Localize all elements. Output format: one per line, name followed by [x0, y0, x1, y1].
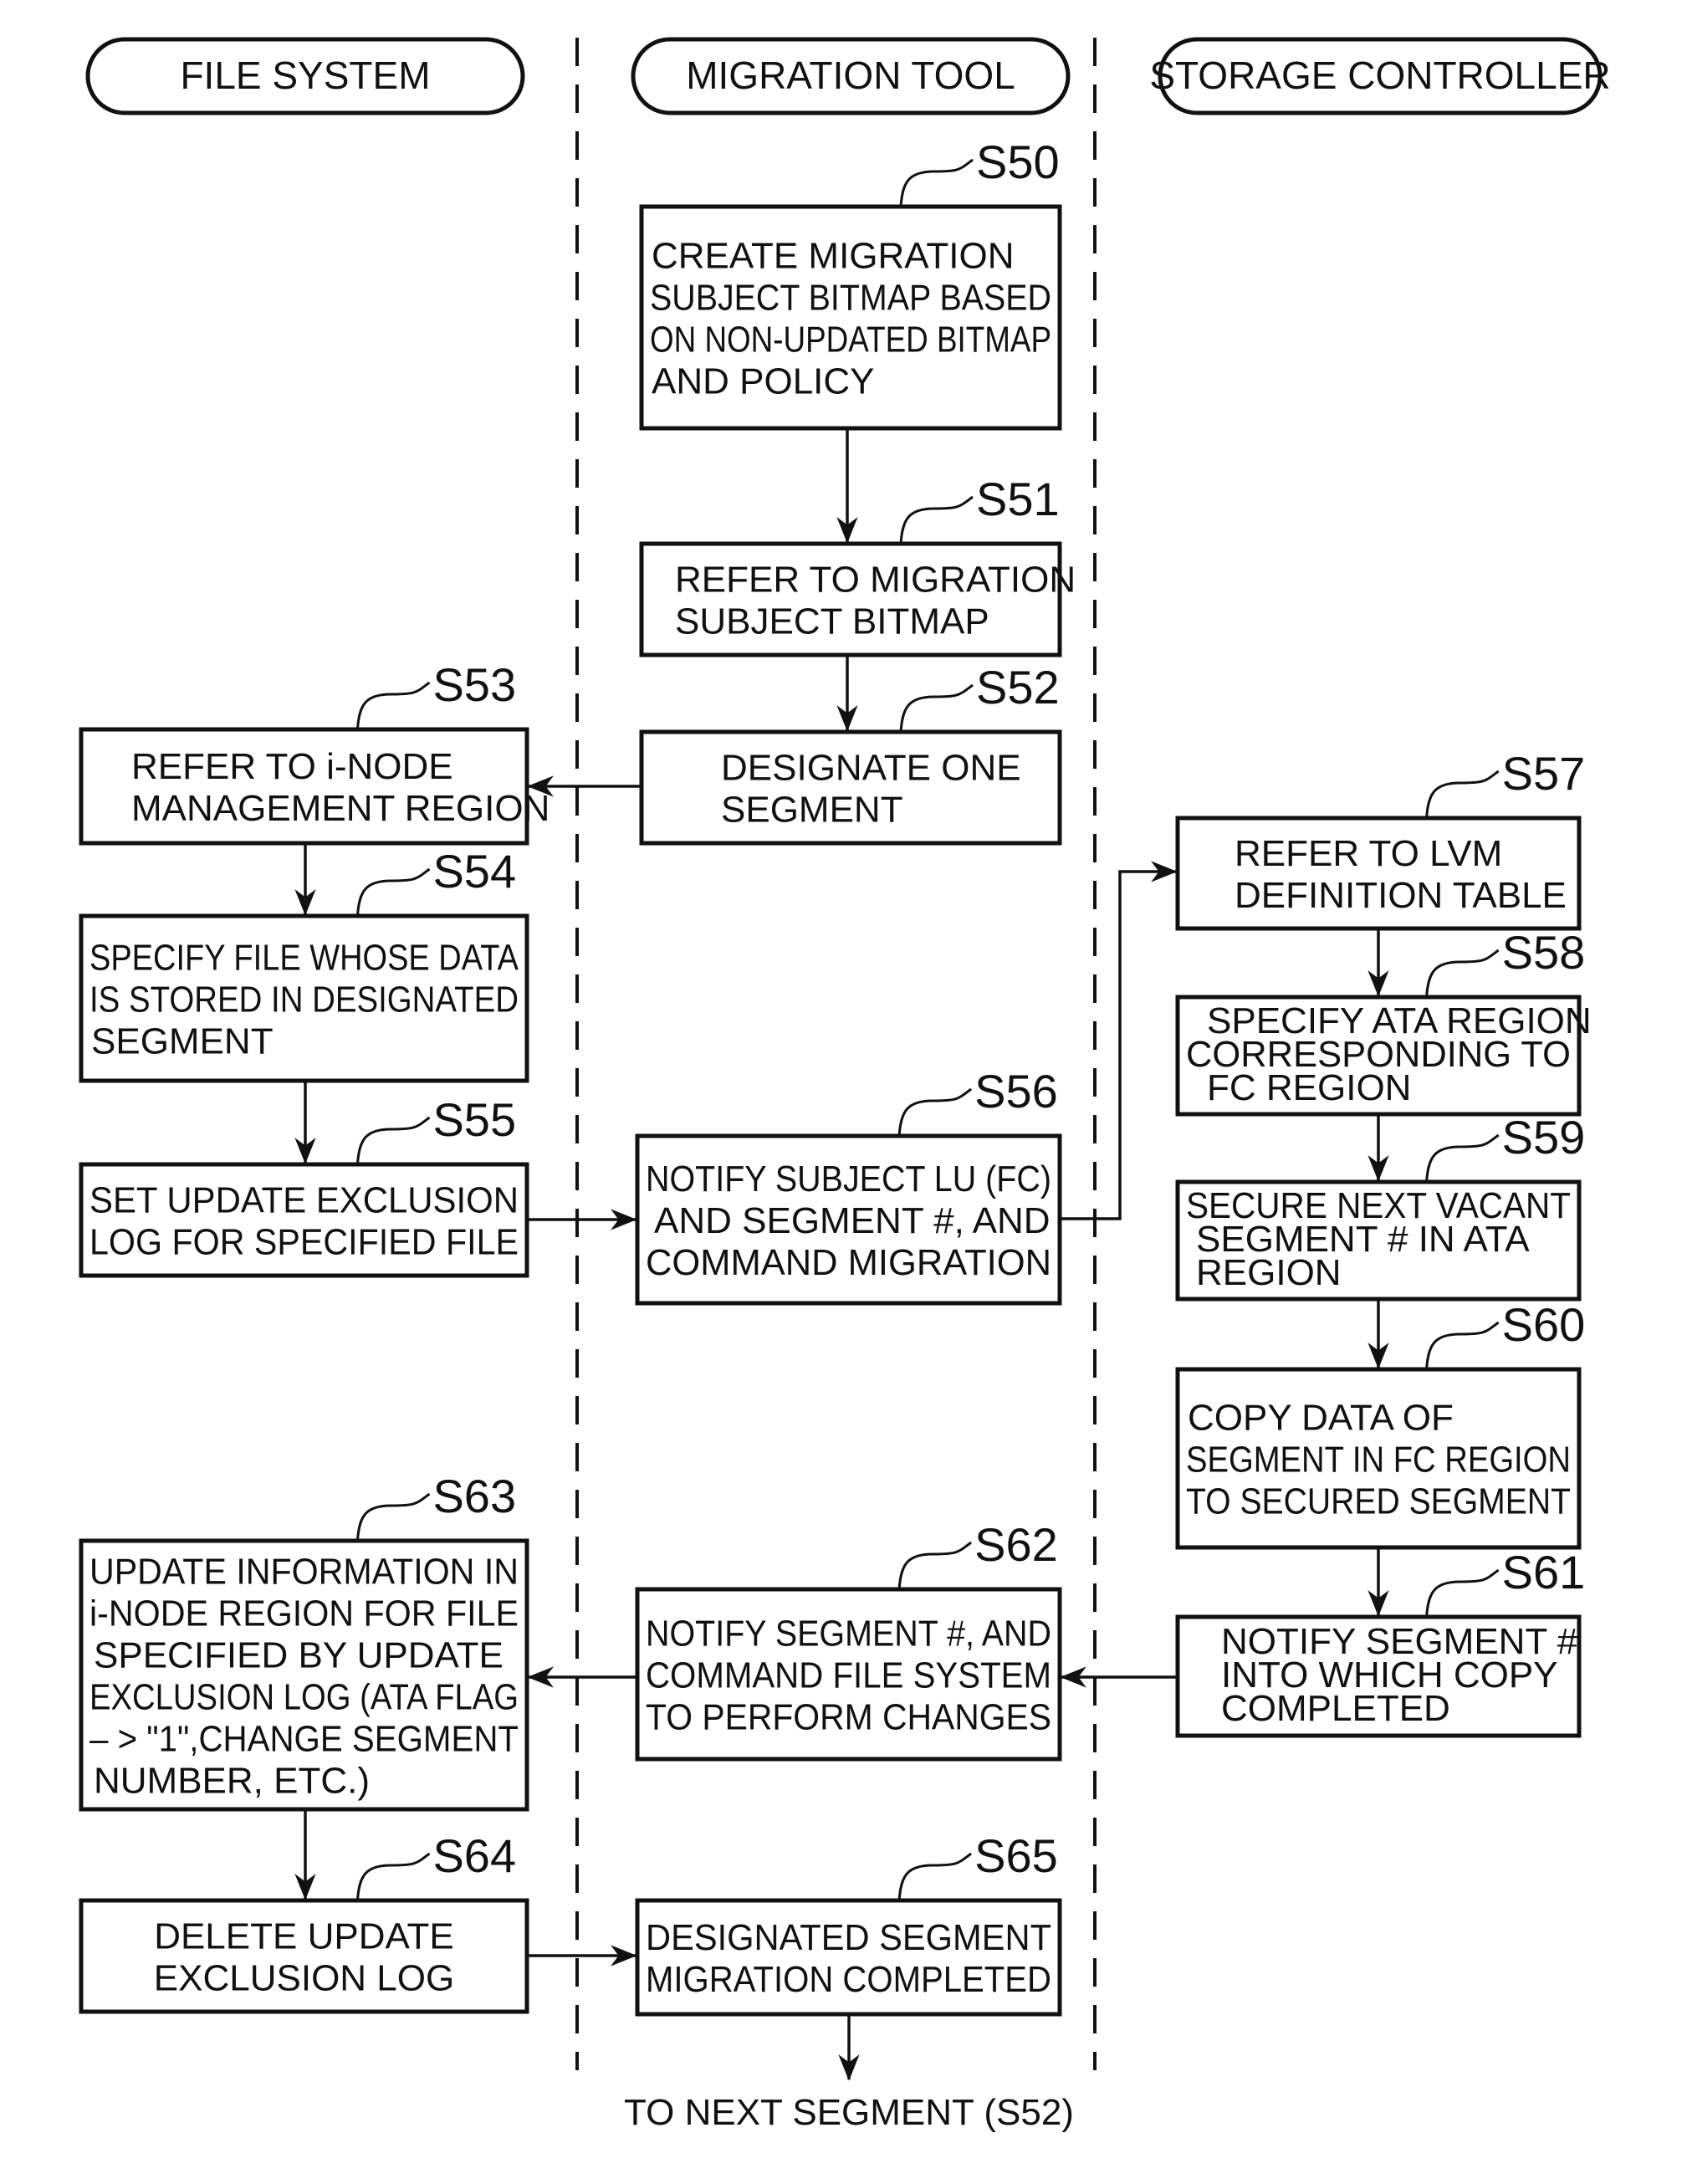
- step-leader-line: [897, 1087, 973, 1137]
- step-s58: SPECIFY ATA REGIONCORRESPONDING TOFC REG…: [1175, 926, 1592, 1117]
- step-leader-line: [355, 1852, 431, 1901]
- step-id-label: S59: [1502, 1111, 1586, 1164]
- step-leader-line: [355, 1116, 431, 1165]
- step-text-line: SUBJECT BITMAP BASED: [650, 278, 1051, 319]
- steps-layer: CREATE MIGRATIONSUBJECT BITMAP BASEDON N…: [79, 136, 1592, 2017]
- step-s63: UPDATE INFORMATION INi-NODE REGION FOR F…: [79, 1470, 529, 1812]
- step-text-line: CREATE MIGRATION: [652, 236, 1015, 277]
- step-text-line: TO PERFORM CHANGES: [646, 1697, 1051, 1738]
- step-text-line: REFER TO i-NODE: [131, 746, 453, 787]
- step-text-line: ON NON-UPDATED BITMAP: [650, 320, 1051, 361]
- step-text-line: i-NODE REGION FOR FILE: [89, 1593, 519, 1634]
- step-text-line: SEGMENT IN FC REGION: [1186, 1440, 1571, 1481]
- step-text-line: NOTIFY SEGMENT #, AND: [646, 1614, 1051, 1655]
- lane-label: STORAGE CONTROLLER: [1149, 54, 1610, 97]
- step-text-line: DESIGNATE ONE: [721, 748, 1021, 789]
- step-id-label: S63: [432, 1470, 516, 1522]
- step-id-label: S64: [432, 1829, 516, 1882]
- step-leader-line: [1425, 1321, 1500, 1370]
- step-text-line: NOTIFY SUBJECT LU (FC): [646, 1158, 1051, 1199]
- step-text-line: COMPLETED: [1221, 1688, 1450, 1729]
- step-leader-line: [1425, 1568, 1500, 1618]
- step-text-line: SET UPDATE EXCLUSION: [89, 1180, 519, 1221]
- lane-label: FILE SYSTEM: [180, 54, 430, 97]
- step-id-label: S51: [976, 473, 1060, 525]
- step-id-label: S53: [432, 658, 516, 711]
- edge-s56-s57: [1060, 861, 1178, 1220]
- step-s60: COPY DATA OFSEGMENT IN FC REGIONTO SECUR…: [1175, 1298, 1586, 1550]
- step-id-label: S62: [974, 1518, 1058, 1571]
- step-s59: SECURE NEXT VACANTSEGMENT # IN ATAREGION…: [1175, 1111, 1586, 1302]
- step-leader-line: [1425, 1133, 1500, 1183]
- step-id-label: S50: [976, 136, 1060, 188]
- step-text-line: – > "1",CHANGE SEGMENT: [89, 1719, 519, 1760]
- step-text-line: MANAGEMENT REGION: [131, 788, 550, 829]
- step-text-line: REFER TO MIGRATION: [675, 560, 1076, 601]
- step-s61: NOTIFY SEGMENT #INTO WHICH COPYCOMPLETED…: [1175, 1546, 1586, 1738]
- step-s53: REFER TO i-NODEMANAGEMENT REGION S53: [79, 658, 550, 846]
- step-text-line: COPY DATA OF: [1188, 1398, 1454, 1439]
- step-id-label: S52: [976, 661, 1060, 714]
- step-id-label: S56: [974, 1065, 1058, 1118]
- step-text-line: DEFINITION TABLE: [1235, 875, 1567, 916]
- step-text-line: SPECIFIED BY UPDATE: [94, 1635, 504, 1676]
- step-text-line: AND POLICY: [652, 361, 875, 402]
- step-leader-line: [355, 867, 431, 917]
- lane-header-storage-controller: STORAGE CONTROLLER: [1149, 37, 1611, 115]
- step-leader-line: [355, 1492, 431, 1542]
- step-text-line: SEGMENT: [721, 790, 903, 831]
- step-s65: DESIGNATED SEGMENTMIGRATION COMPLETED S65: [635, 1829, 1062, 2017]
- step-id-label: S60: [1502, 1298, 1586, 1351]
- step-text-line: DESIGNATED SEGMENT: [646, 1917, 1051, 1958]
- step-text-line: FC REGION: [1207, 1067, 1411, 1108]
- step-text-line: COMMAND FILE SYSTEM: [646, 1655, 1051, 1696]
- step-text-line: EXCLUSION LOG (ATA FLAG: [89, 1677, 519, 1718]
- lane-label: MIGRATION TOOL: [686, 54, 1015, 97]
- step-s52: DESIGNATE ONESEGMENT S52: [639, 661, 1062, 846]
- step-id-label: S55: [432, 1093, 516, 1146]
- step-leader-line: [1425, 770, 1500, 819]
- step-text-line: TO SECURED SEGMENT: [1186, 1481, 1571, 1522]
- step-leader-line: [897, 1852, 973, 1901]
- step-s50: CREATE MIGRATIONSUBJECT BITMAP BASEDON N…: [639, 136, 1062, 431]
- step-id-label: S58: [1502, 926, 1586, 979]
- step-text-line: SPECIFY FILE WHOSE DATA: [89, 938, 519, 979]
- step-text-line: COMMAND MIGRATION: [646, 1242, 1051, 1283]
- step-id-label: S65: [974, 1829, 1058, 1882]
- step-leader-line: [355, 681, 431, 730]
- step-s56: NOTIFY SUBJECT LU (FC)AND SEGMENT #, AND…: [635, 1065, 1062, 1306]
- step-id-label: S57: [1502, 747, 1586, 800]
- step-leader-line: [897, 1541, 973, 1590]
- flowchart-canvas: FILE SYSTEM MIGRATION TOOL STORAGE CONTR…: [79, 37, 1611, 2133]
- step-text-line: REFER TO LVM: [1235, 833, 1502, 874]
- step-leader-line: [899, 683, 974, 733]
- step-text-line: NUMBER, ETC.): [94, 1761, 370, 1802]
- step-s57: REFER TO LVMDEFINITION TABLE S57: [1175, 747, 1586, 931]
- step-leader-line: [899, 158, 974, 207]
- step-text-line: REGION: [1196, 1252, 1342, 1293]
- step-id-label: S61: [1502, 1546, 1586, 1598]
- lane-header-migration-tool: MIGRATION TOOL: [631, 37, 1071, 115]
- step-text-line: EXCLUSION LOG: [154, 1958, 454, 1999]
- step-s62: NOTIFY SEGMENT #, ANDCOMMAND FILE SYSTEM…: [635, 1518, 1062, 1762]
- continuation-label: TO NEXT SEGMENT (S52): [624, 2092, 1074, 2133]
- step-text-line: SUBJECT BITMAP: [675, 601, 989, 642]
- step-id-label: S54: [432, 845, 516, 898]
- step-s51: REFER TO MIGRATIONSUBJECT BITMAP S51: [639, 473, 1076, 657]
- step-text-line: LOG FOR SPECIFIED FILE: [89, 1222, 519, 1263]
- step-text-line: SEGMENT: [91, 1021, 273, 1062]
- step-leader-line: [899, 495, 974, 545]
- step-text-line: AND SEGMENT #, AND: [654, 1200, 1051, 1241]
- step-leader-line: [1425, 949, 1500, 998]
- step-text-line: UPDATE INFORMATION IN: [89, 1552, 519, 1593]
- lane-header-file-system: FILE SYSTEM: [85, 37, 525, 115]
- step-text-line: DELETE UPDATE: [154, 1916, 454, 1957]
- step-text-line: MIGRATION COMPLETED: [646, 1959, 1051, 2000]
- step-text-line: IS STORED IN DESIGNATED: [89, 979, 519, 1020]
